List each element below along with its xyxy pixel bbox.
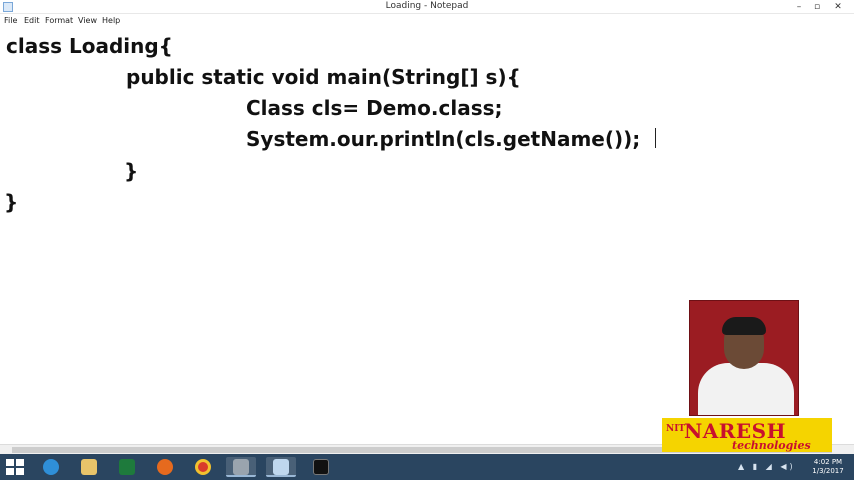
clock-date: 1/3/2017: [812, 467, 844, 475]
taskbar: ▲ ▮ ◢ ◀) 4:02 PM 1/3/2017: [0, 454, 854, 480]
code-line: }: [124, 159, 139, 183]
logo-subtitle: technologies: [732, 439, 811, 452]
menu-edit[interactable]: Edit: [24, 16, 40, 25]
ie-icon[interactable]: [36, 457, 66, 477]
close-button[interactable]: ✕: [830, 0, 846, 14]
file-explorer-icon[interactable]: [74, 457, 104, 477]
webcam-overlay: [689, 300, 799, 416]
tools-icon[interactable]: [226, 457, 256, 477]
system-tray[interactable]: ▲ ▮ ◢ ◀): [738, 462, 796, 471]
clock-time: 4:02 PM: [813, 458, 843, 466]
cmd-icon[interactable]: [306, 457, 336, 477]
presenter-hair: [722, 317, 766, 335]
taskbar-clock[interactable]: 4:02 PM 1/3/2017: [806, 458, 850, 476]
logo-prefix: NIT: [666, 424, 686, 434]
menu-bar: File Edit Format View Help: [0, 14, 854, 28]
text-caret: [655, 128, 656, 148]
minimize-button[interactable]: –: [792, 0, 806, 14]
start-icon[interactable]: [4, 458, 26, 476]
menu-help[interactable]: Help: [102, 16, 120, 25]
title-bar: Loading - Notepad – ▫ ✕: [0, 0, 854, 14]
chrome-icon[interactable]: [188, 457, 218, 477]
notepad-taskbar-icon[interactable]: [266, 457, 296, 477]
menu-format[interactable]: Format: [45, 16, 73, 25]
firefox-icon[interactable]: [150, 457, 180, 477]
maximize-button[interactable]: ▫: [810, 0, 824, 14]
presenter-shirt: [698, 363, 794, 415]
menu-file[interactable]: File: [4, 16, 17, 25]
code-line: System.our.println(cls.getName());: [246, 127, 641, 151]
menu-view[interactable]: View: [78, 16, 97, 25]
naresh-logo: NIT NARESH technologies: [662, 418, 832, 452]
excel-icon[interactable]: [112, 457, 142, 477]
code-line: class Loading{: [6, 34, 173, 58]
window-title: Loading - Notepad: [385, 1, 469, 11]
code-line: public static void main(String[] s){: [126, 65, 521, 89]
code-line: Class cls= Demo.class;: [246, 96, 503, 120]
code-line: }: [4, 190, 19, 214]
